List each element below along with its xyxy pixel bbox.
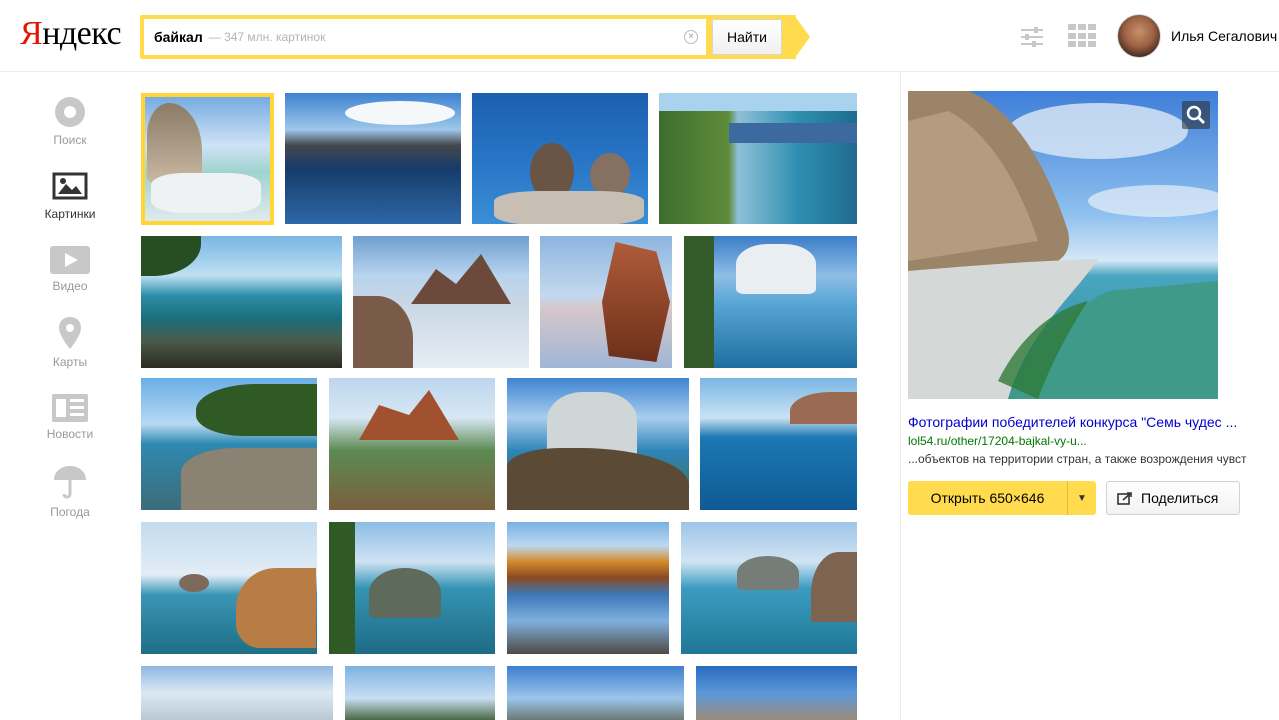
avatar[interactable] bbox=[1117, 14, 1161, 58]
image-thumbnail[interactable] bbox=[141, 236, 342, 368]
sidebar-item-label: Новости bbox=[46, 427, 94, 441]
search-button[interactable]: Найти bbox=[712, 19, 782, 55]
search-input[interactable]: байкал — 347 млн. картинок × bbox=[144, 19, 706, 55]
image-thumbnail[interactable] bbox=[345, 666, 495, 720]
clear-icon[interactable]: × bbox=[684, 30, 698, 44]
username[interactable]: Илья Сегалович bbox=[1171, 28, 1277, 44]
image-thumbnail[interactable] bbox=[507, 666, 684, 720]
sidebar-item-maps[interactable]: Карты bbox=[30, 316, 110, 369]
result-description: ...объектов на территории стран, а также… bbox=[908, 452, 1247, 466]
search-query: байкал bbox=[154, 29, 203, 45]
magnifier-icon bbox=[1186, 105, 1206, 125]
image-thumbnail[interactable] bbox=[507, 378, 689, 510]
image-thumbnail[interactable] bbox=[329, 522, 495, 654]
left-sidebar: Поиск Картинки Видео Карты Новости Погод… bbox=[0, 72, 140, 720]
sidebar-item-search[interactable]: Поиск bbox=[30, 96, 110, 147]
news-icon bbox=[52, 394, 88, 422]
search-arrow bbox=[794, 15, 810, 59]
image-thumbnail[interactable] bbox=[141, 522, 317, 654]
settings-sliders-icon[interactable] bbox=[1018, 24, 1046, 50]
images-icon bbox=[52, 172, 88, 200]
image-thumbnail[interactable] bbox=[684, 236, 857, 368]
sidebar-item-label: Погода bbox=[50, 505, 90, 519]
image-thumbnail[interactable] bbox=[141, 93, 274, 225]
umbrella-icon bbox=[54, 466, 86, 499]
image-thumbnail[interactable] bbox=[700, 378, 857, 510]
image-thumbnail[interactable] bbox=[659, 93, 857, 224]
search-form: байкал — 347 млн. картинок × Найти bbox=[140, 15, 810, 59]
image-thumbnail[interactable] bbox=[507, 522, 669, 654]
apps-grid-icon[interactable] bbox=[1068, 24, 1096, 48]
image-thumbnail[interactable] bbox=[141, 378, 317, 510]
zoom-button[interactable] bbox=[1182, 101, 1210, 129]
sidebar-item-video[interactable]: Видео bbox=[30, 246, 110, 293]
result-title-link[interactable]: Фотографии победителей конкурса "Семь чу… bbox=[908, 414, 1279, 430]
map-pin-icon bbox=[59, 317, 81, 349]
image-results-grid bbox=[140, 72, 900, 720]
image-thumbnail[interactable] bbox=[540, 236, 672, 368]
image-thumbnail[interactable] bbox=[353, 236, 529, 368]
share-button[interactable]: Поделиться bbox=[1106, 481, 1240, 515]
sidebar-item-news[interactable]: Новости bbox=[30, 394, 110, 441]
sidebar-item-images[interactable]: Картинки bbox=[30, 172, 110, 221]
sidebar-item-label: Поиск bbox=[53, 133, 87, 147]
sidebar-item-label: Картинки bbox=[44, 207, 96, 221]
sidebar-item-label: Карты bbox=[52, 355, 88, 369]
sidebar-item-weather[interactable]: Погода bbox=[30, 464, 110, 519]
video-icon bbox=[50, 246, 90, 274]
preview-panel: Фотографии победителей конкурса "Семь чу… bbox=[900, 72, 1279, 720]
open-image-button[interactable]: Открыть 650×646 ▼ bbox=[908, 481, 1096, 515]
share-icon bbox=[1117, 492, 1132, 505]
sidebar-item-label: Видео bbox=[52, 279, 88, 293]
image-thumbnail[interactable] bbox=[285, 93, 461, 224]
preview-image[interactable] bbox=[908, 91, 1218, 399]
open-image-label[interactable]: Открыть 650×646 bbox=[908, 481, 1068, 515]
share-label: Поделиться bbox=[1141, 490, 1219, 506]
image-thumbnail[interactable] bbox=[472, 93, 648, 224]
image-thumbnail[interactable] bbox=[141, 666, 333, 720]
preview-scene bbox=[908, 91, 1218, 399]
chevron-down-icon[interactable]: ▼ bbox=[1068, 481, 1096, 515]
search-circle-icon bbox=[55, 97, 85, 127]
result-url[interactable]: lol54.ru/other/17204-bajkal-vy-u... bbox=[908, 434, 1087, 448]
yandex-logo[interactable]: Яндекс bbox=[20, 14, 122, 54]
image-thumbnail[interactable] bbox=[696, 666, 857, 720]
image-thumbnail[interactable] bbox=[681, 522, 857, 654]
header: Яндекс байкал — 347 млн. картинок × Найт… bbox=[0, 0, 1279, 72]
image-thumbnail[interactable] bbox=[329, 378, 495, 510]
search-hint: — 347 млн. картинок bbox=[208, 30, 326, 44]
